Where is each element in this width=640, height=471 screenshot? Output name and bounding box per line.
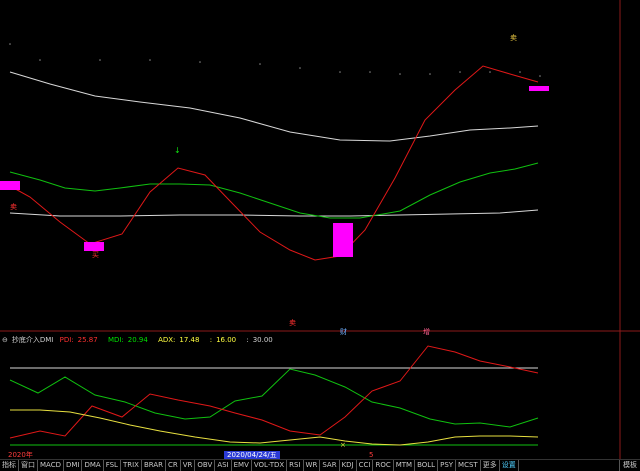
tab-10[interactable]: OBV: [195, 460, 216, 471]
tab-21[interactable]: BOLL: [415, 460, 439, 471]
indicator-tab-bar: 指标 窗口 MACD DMI DMA FSL TRIX BRAR CR VR OBV ASI EMV VO…: [0, 459, 640, 471]
legend-adx: ADX: 17.48: [158, 336, 200, 344]
marker-cai: 财: [340, 327, 347, 336]
main-red-line: [9, 65, 539, 261]
tab-6[interactable]: TRIX: [121, 460, 142, 471]
tab-25[interactable]: 设置: [500, 460, 519, 471]
tab-24[interactable]: 更多: [481, 460, 500, 471]
tab-16[interactable]: SAR: [320, 460, 340, 471]
legend-collapse-icon[interactable]: ⊖: [2, 336, 8, 344]
main-white-upper-line: [9, 71, 539, 142]
tab-11[interactable]: ASI: [215, 460, 232, 471]
legend-level-16: :16.00: [209, 336, 237, 344]
legend-mdi: MDI: 20.94: [107, 336, 148, 344]
legend-level-30: :30.00: [246, 336, 273, 344]
marker-zeng: 增: [423, 327, 430, 336]
indicator-legend: ⊖ 抄底介入DMI PDI: 25.87 MDI: 20.94 ADX: 17.48 :…: [2, 334, 281, 346]
main-green-line: [9, 162, 539, 219]
tab-9[interactable]: VR: [181, 460, 196, 471]
ind-adx-yellow-line: [10, 409, 539, 446]
tab-4[interactable]: DMA: [82, 460, 104, 471]
tab-5[interactable]: FSL: [104, 460, 121, 471]
tab-19[interactable]: ROC: [373, 460, 394, 471]
tab-17[interactable]: KDJ: [340, 460, 357, 471]
tab-12[interactable]: EMV: [232, 460, 252, 471]
tab-1[interactable]: 窗口: [19, 460, 38, 471]
tab-15[interactable]: WR: [304, 460, 321, 471]
template-button[interactable]: 模板: [619, 460, 640, 471]
chart-canvas[interactable]: 卖 卖 买 ↓ 卖 财 增 ×: [0, 0, 640, 471]
marker-sell-mid: 卖: [289, 319, 296, 327]
tab-3[interactable]: DMI: [64, 460, 83, 471]
marker-sell-top-right: 卖: [510, 34, 517, 42]
tab-7[interactable]: BRAR: [142, 460, 166, 471]
magenta-block-right: [529, 86, 549, 91]
tab-22[interactable]: PSY: [438, 460, 457, 471]
tab-8[interactable]: CR: [166, 460, 181, 471]
ind-cross-marker: ×: [340, 441, 346, 449]
tab-2[interactable]: MACD: [38, 460, 64, 471]
tab-0[interactable]: 指标: [0, 460, 19, 471]
magenta-block-left: [0, 181, 20, 190]
tab-18[interactable]: CCI: [357, 460, 374, 471]
magenta-block-mid: [333, 223, 353, 257]
marker-buy-bottom-left: 买: [92, 251, 99, 259]
magenta-block-buy: [84, 242, 104, 251]
arrow-down-icon: ↓: [174, 146, 181, 155]
indicator-name[interactable]: 抄底介入DMI: [12, 336, 54, 344]
tab-bar-spacer: [519, 460, 619, 471]
tab-23[interactable]: MCST: [456, 460, 481, 471]
ind-mdi-green-line: [9, 368, 539, 428]
top-dot-row: [9, 43, 541, 77]
tab-20[interactable]: MTM: [394, 460, 416, 471]
tab-14[interactable]: RSI: [287, 460, 304, 471]
marker-sell-left: 卖: [10, 203, 17, 211]
legend-pdi: PDI: 25.87: [59, 336, 98, 344]
main-white-lower-line: [9, 209, 539, 217]
tab-13[interactable]: VOL-TDX: [252, 460, 288, 471]
